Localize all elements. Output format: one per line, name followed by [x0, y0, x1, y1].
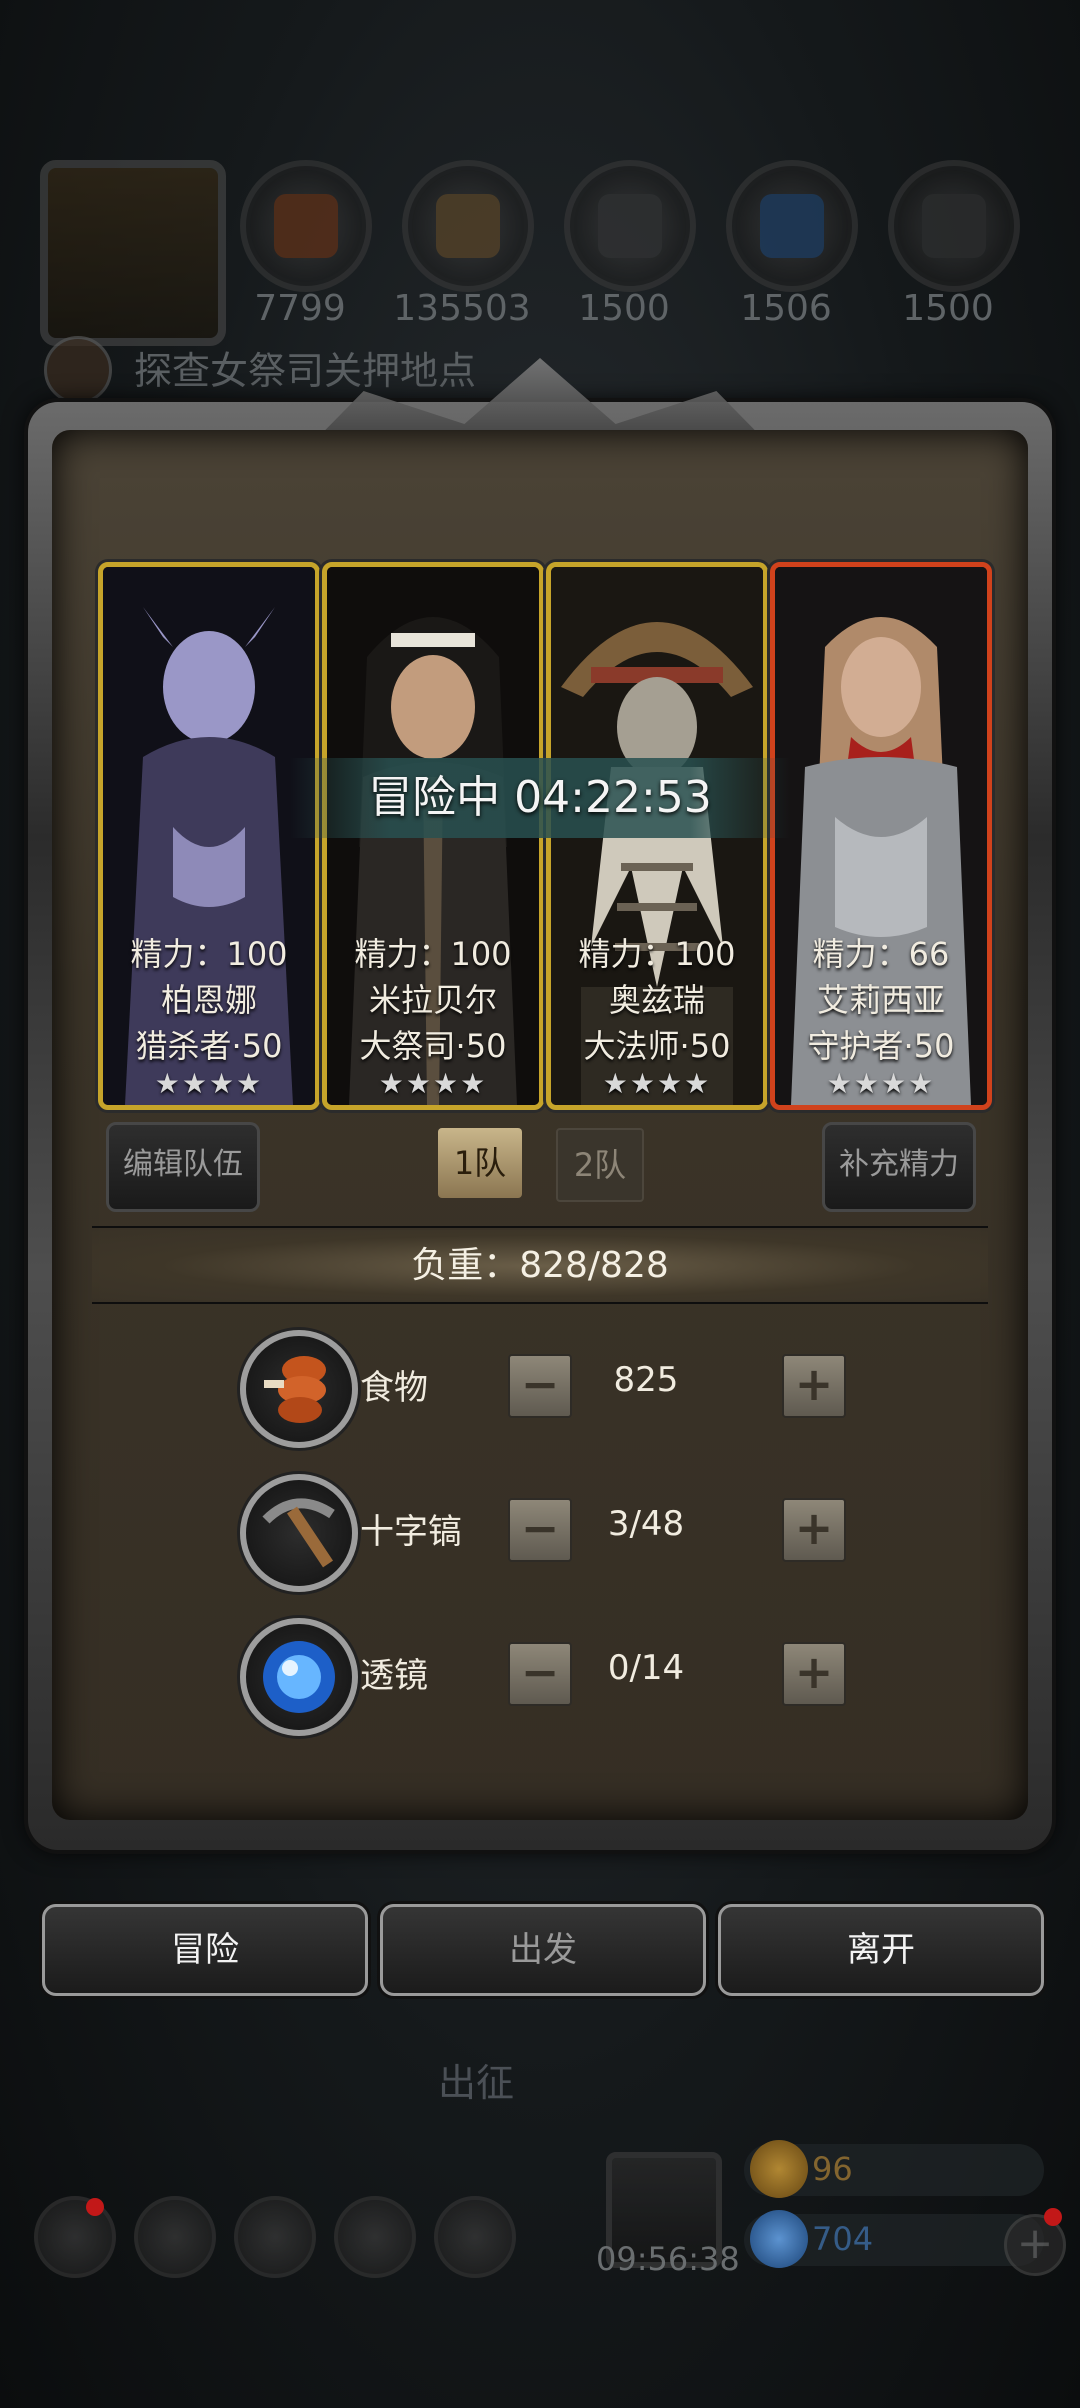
hero-class-level: 大法师·50: [583, 1027, 731, 1065]
supply-row-pickaxe: 十字镐 − 3/48 +: [240, 1474, 860, 1592]
lens-icon: [240, 1618, 358, 1736]
increase-button[interactable]: +: [782, 1354, 846, 1418]
iron-count: 1500: [578, 288, 670, 329]
wood-icon: [402, 160, 534, 292]
notification-dot: [1044, 2208, 1062, 2226]
iron-icon: [564, 160, 696, 292]
hero-card[interactable]: 精力：100 柏恩娜 猎杀者·50 ★★★★: [98, 562, 320, 1110]
hero-name: 奥兹瑞: [608, 981, 705, 1019]
edit-team-button[interactable]: 编辑队伍: [106, 1122, 260, 1212]
decrease-button[interactable]: −: [508, 1498, 572, 1562]
hero-energy: 精力：100: [354, 935, 512, 973]
hero-energy: 精力：66: [812, 935, 950, 973]
crystal-icon: [726, 160, 858, 292]
hero-stars: ★★★★: [602, 1067, 712, 1100]
hero-energy: 精力：100: [130, 935, 288, 973]
hero-stars: ★★★★: [154, 1067, 264, 1100]
gold-balance: 96: [744, 2140, 1044, 2198]
divider: [92, 1226, 988, 1228]
depart-button[interactable]: 出发: [380, 1904, 706, 1996]
quest-text[interactable]: 探查女祭司关押地点: [44, 340, 476, 395]
mail-icon[interactable]: [334, 2196, 416, 2278]
item-quantity: 0/14: [607, 1648, 685, 1688]
stone-icon: [888, 160, 1020, 292]
star-badge-icon[interactable]: [134, 2196, 216, 2278]
hero-name: 米拉贝尔: [368, 981, 497, 1019]
item-label: 食物: [360, 1368, 428, 1408]
hero-name: 艾莉西亚: [816, 981, 945, 1019]
leave-button[interactable]: 离开: [718, 1904, 1044, 1996]
item-label: 十字镐: [360, 1512, 462, 1552]
divider: [92, 1302, 988, 1304]
decrease-button[interactable]: −: [508, 1354, 572, 1418]
adventure-countdown: 冒险中 04:22:53: [290, 758, 790, 838]
decrease-button[interactable]: −: [508, 1642, 572, 1706]
hero-class-level: 守护者·50: [807, 1027, 955, 1065]
refill-energy-button[interactable]: 补充精力: [822, 1122, 976, 1212]
hero-stars: ★★★★: [826, 1067, 936, 1100]
dice-icon[interactable]: [434, 2196, 516, 2278]
hero-energy: 精力：100: [578, 935, 736, 973]
increase-button[interactable]: +: [782, 1498, 846, 1562]
meat-icon: [240, 160, 372, 292]
item-quantity: 3/48: [607, 1504, 685, 1544]
player-avatar[interactable]: [40, 160, 226, 346]
notification-dot: [86, 2198, 104, 2216]
meat-count: 7799: [254, 288, 346, 329]
supply-row-food: 食物 − 825 +: [240, 1330, 860, 1448]
item-quantity: 825: [613, 1360, 679, 1400]
crystal-count: 1506: [740, 288, 832, 329]
hero-class-level: 猎杀者·50: [135, 1027, 283, 1065]
adventure-button[interactable]: 冒险: [42, 1904, 368, 1996]
increase-button[interactable]: +: [782, 1642, 846, 1706]
hero-name: 柏恩娜: [160, 981, 257, 1019]
wood-count: 135503: [393, 288, 531, 329]
item-label: 透镜: [360, 1656, 428, 1696]
castle-icon[interactable]: [234, 2196, 316, 2278]
gold-coin-icon: [750, 2140, 808, 2198]
load-capacity: 负重：828/828: [92, 1230, 988, 1302]
food-icon: [240, 1330, 358, 1448]
gem-balance: 704: [744, 2210, 1044, 2268]
stone-count: 1500: [902, 288, 994, 329]
expedition-label: 出征: [438, 2061, 515, 2105]
pickaxe-icon: [240, 1474, 358, 1592]
hero-stars: ★★★★: [378, 1067, 488, 1100]
supply-row-lens: 透镜 − 0/14 +: [240, 1618, 860, 1736]
hero-class-level: 大祭司·50: [359, 1027, 507, 1065]
tab-team-1[interactable]: 1队: [438, 1128, 522, 1198]
gift-timer: 09:56:38: [596, 2240, 740, 2278]
hero-card[interactable]: 精力：66 艾莉西亚 守护者·50 ★★★★: [770, 562, 992, 1110]
tab-team-2[interactable]: 2队: [556, 1128, 644, 1202]
gem-icon: [750, 2210, 808, 2268]
